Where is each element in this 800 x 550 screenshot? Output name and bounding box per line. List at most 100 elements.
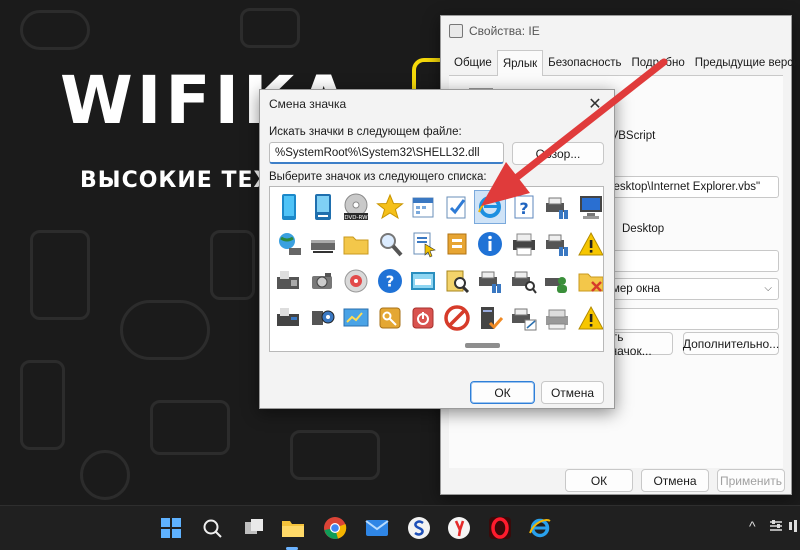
svg-text:?: ? (385, 273, 394, 291)
wallpaper-doodle (150, 400, 230, 455)
blocked-icon[interactable] (442, 302, 472, 334)
properties-title-bar[interactable]: Свойства: IE (441, 16, 791, 46)
close-icon[interactable]: ✕ (584, 95, 606, 115)
target-field[interactable]: \Desktop\Internet Explorer.vbs" (599, 176, 779, 198)
props-ok-button[interactable]: ОК (565, 469, 633, 492)
dialog-ok-button[interactable]: ОК (470, 381, 535, 404)
cd-audio-icon[interactable] (341, 265, 371, 297)
wallpaper-doodle (20, 10, 90, 50)
webcam-icon[interactable] (308, 302, 338, 334)
dialog-cancel-button[interactable]: Отмена (541, 381, 604, 404)
taskbar: ^ (0, 505, 800, 550)
file-explorer-icon[interactable] (280, 515, 306, 541)
tablet-icon[interactable] (274, 191, 304, 223)
internet-explorer-taskbar-icon[interactable] (527, 515, 553, 541)
dvd-rw-icon[interactable]: DVD-RW (341, 191, 371, 223)
wallpaper-doodle (120, 300, 210, 360)
chrome-icon[interactable] (322, 515, 348, 541)
mail-icon[interactable] (364, 515, 390, 541)
wallpaper-doodle (30, 230, 90, 320)
tray-chevron-icon[interactable]: ^ (749, 518, 756, 534)
checklist-icon[interactable] (442, 191, 472, 223)
properties-tabs: Общие Ярлык Безопасность Подробно Предыд… (449, 50, 800, 76)
windows-start-icon[interactable] (158, 515, 184, 541)
properties-title: Свойства: IE (469, 24, 540, 38)
chevron-down-icon: ⌵ (764, 283, 772, 294)
printer-search-icon[interactable] (509, 265, 539, 297)
folder-icon[interactable] (341, 228, 371, 260)
props-cancel-button[interactable]: Отмена (641, 469, 709, 492)
key-icon[interactable] (375, 302, 405, 334)
dialog-title-bar[interactable]: Смена значка ✕ (260, 90, 614, 120)
tab-security[interactable]: Безопасность (543, 50, 626, 76)
props-apply-button[interactable]: Применить (717, 469, 785, 492)
star-icon[interactable] (375, 191, 405, 223)
icon-file-path-input[interactable] (269, 142, 504, 164)
camera-icon[interactable] (308, 265, 338, 297)
warning-icon[interactable] (576, 302, 603, 334)
change-icon-dialog: Смена значка ✕ Искать значки в следующем… (259, 89, 615, 409)
drive-icon[interactable] (308, 191, 338, 223)
calendar-icon[interactable] (408, 191, 438, 223)
task-view-icon[interactable] (241, 515, 267, 541)
wallpaper-doodle (210, 230, 255, 300)
run-window-value: мер окна (612, 283, 661, 295)
icon-grid: DVD-RW ? ? (274, 190, 604, 339)
icon-list[interactable]: DVD-RW ? ? (269, 186, 604, 352)
printer-stack-icon[interactable] (542, 302, 572, 334)
power-icon[interactable] (408, 302, 438, 334)
file-label: Искать значки в следующем файле: (269, 126, 462, 138)
magnifier-icon[interactable] (375, 228, 405, 260)
app-s-icon[interactable] (406, 515, 432, 541)
warning-icon[interactable] (576, 228, 603, 260)
yandex-browser-icon[interactable] (446, 515, 472, 541)
search-document-icon[interactable] (442, 265, 472, 297)
tab-details[interactable]: Подробно (627, 50, 690, 76)
volume-icon[interactable] (788, 518, 800, 537)
computer-icon[interactable] (576, 191, 604, 223)
file-icon (449, 24, 463, 38)
users-icon[interactable] (542, 265, 572, 297)
network-printer-icon[interactable] (475, 265, 505, 297)
comment-field[interactable] (599, 308, 779, 330)
wallpaper-doodle (240, 8, 300, 48)
server-check-icon[interactable] (475, 302, 505, 334)
tab-general[interactable]: Общие (449, 50, 497, 76)
svg-text:?: ? (519, 199, 528, 218)
info-icon[interactable] (475, 228, 505, 260)
horizontal-scrollbar-thumb[interactable] (465, 343, 500, 348)
tab-shortcut[interactable]: Ярлык (496, 50, 544, 76)
browse-button[interactable]: Обзор... (512, 142, 604, 165)
change-icon-button[interactable]: ить значок... (605, 330, 673, 358)
document-cursor-icon[interactable] (408, 228, 438, 260)
opera-icon[interactable] (487, 515, 513, 541)
wallpaper-doodle (20, 360, 65, 450)
start-in-field[interactable]: Desktop (599, 218, 779, 240)
tab-previous-versions[interactable]: Предыдущие версии (690, 50, 800, 76)
run-window-select[interactable]: мер окна ⌵ (599, 278, 779, 300)
network-globe-icon[interactable] (274, 228, 304, 260)
fax-machine-icon[interactable] (274, 302, 304, 334)
internet-explorer-icon[interactable] (474, 190, 506, 224)
window-icon[interactable] (408, 265, 438, 297)
network-printer-icon[interactable] (542, 191, 572, 223)
shortcut-key-field[interactable] (599, 250, 779, 272)
printer-icon[interactable] (509, 228, 539, 260)
fax-icon[interactable] (274, 265, 304, 297)
network-settings-icon[interactable] (768, 518, 784, 537)
archive-icon[interactable] (442, 228, 472, 260)
search-icon[interactable] (199, 515, 225, 541)
list-label: Выберите значок из следующего списка: (269, 171, 487, 183)
help-icon[interactable]: ? (509, 191, 539, 223)
dialog-title: Смена значка (269, 97, 347, 111)
presentation-icon[interactable] (341, 302, 371, 334)
advanced-button[interactable]: Дополнительно... (683, 332, 779, 355)
wallpaper-doodle (80, 450, 130, 500)
dvd-rw-label: DVD-RW (344, 215, 368, 221)
folder-delete-icon[interactable] (576, 265, 603, 297)
printer-edit-icon[interactable] (509, 302, 539, 334)
scanner-icon[interactable] (308, 228, 338, 260)
help-circle-icon[interactable]: ? (375, 265, 405, 297)
wallpaper-doodle (290, 430, 380, 480)
network-printer-icon[interactable] (542, 228, 572, 260)
